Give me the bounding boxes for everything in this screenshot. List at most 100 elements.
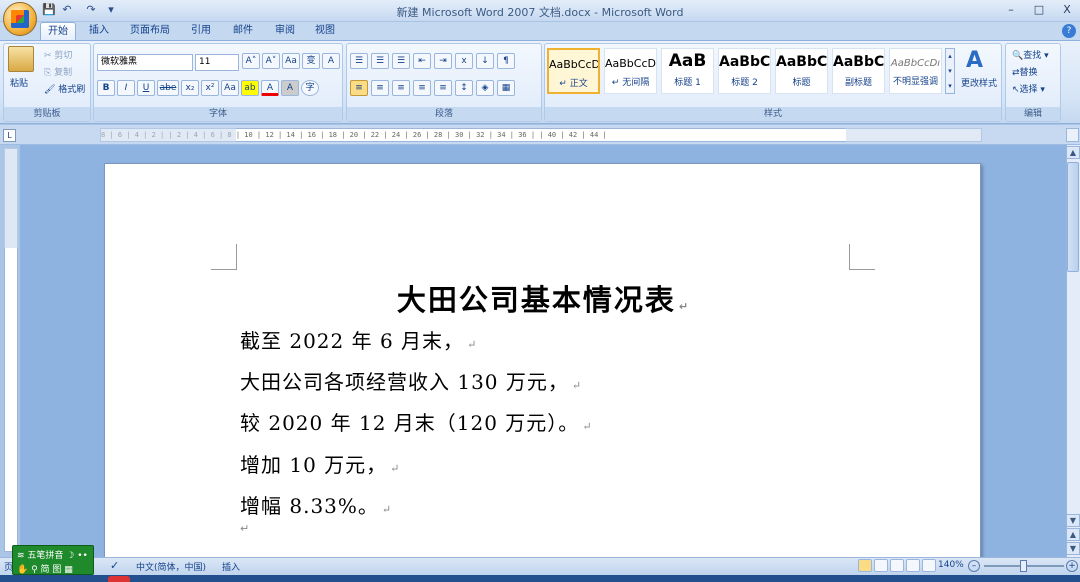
print-layout-icon[interactable] — [858, 559, 872, 572]
enclose-char-icon[interactable]: 字 — [301, 80, 319, 96]
style-preview: AaBbC — [719, 54, 770, 70]
style-heading1[interactable]: AaB 标题 1 — [661, 48, 714, 94]
style-heading2[interactable]: AaBbC 标题 2 — [718, 48, 771, 94]
editing-group-label: 编辑 — [1006, 107, 1060, 121]
paste-button[interactable]: 粘贴 — [10, 76, 28, 89]
copy-button[interactable]: ⎘ 复制 — [44, 65, 72, 78]
prev-page-button[interactable]: ▲ — [1066, 528, 1080, 541]
ime-toolbar[interactable]: ≋ 五笔拼音 ☽ •• ✋ ⚲ 简 图 ▦ — [12, 545, 94, 575]
font-name-select[interactable]: 微软雅黑 — [97, 54, 193, 71]
strikethrough-icon[interactable]: abe — [157, 80, 179, 96]
find-button[interactable]: 🔍查找 ▾ — [1012, 48, 1049, 61]
proofing-icon[interactable]: ✓ — [110, 559, 119, 572]
scroll-down-button[interactable]: ▼ — [1066, 514, 1080, 527]
sort-icon[interactable]: ↓ — [476, 53, 494, 69]
taskbar-app-icon[interactable] — [108, 576, 130, 582]
font-color-icon[interactable]: A — [261, 80, 279, 96]
paragraph-4[interactable]: 增加 10 万元， ↵ — [240, 449, 400, 478]
change-styles-icon[interactable]: A — [966, 48, 983, 73]
font-group-label: 字体 — [94, 107, 342, 121]
paragraph-5[interactable]: 增幅 8.33%。 ↵ — [240, 490, 392, 519]
paragraph-2[interactable]: 大田公司各项经营收入 130 万元， ↵ — [240, 366, 582, 395]
change-case-icon[interactable]: Aa — [221, 80, 239, 96]
styles-scroll[interactable]: ▴ ▾ ▾ — [945, 48, 955, 94]
bold-icon[interactable]: B — [97, 80, 115, 96]
justify-icon[interactable]: ≡ — [413, 80, 431, 96]
ime-mode: ✋ ⚲ 简 图 ▦ — [17, 565, 73, 575]
increase-indent-icon[interactable]: ⇥ — [434, 53, 452, 69]
view-ruler-button[interactable] — [1066, 128, 1079, 142]
char-shading-icon[interactable]: A — [281, 80, 299, 96]
grow-font-icon[interactable]: A˄ — [242, 53, 260, 69]
superscript-icon[interactable]: x² — [201, 80, 219, 96]
clear-format-icon[interactable]: Aa — [282, 53, 300, 69]
style-name: ↵ 无间隔 — [611, 78, 650, 88]
tab-insert[interactable]: 插入 — [82, 22, 116, 40]
style-preview: AaBbCcD — [605, 57, 656, 70]
minimize-button[interactable]: – — [1000, 3, 1022, 17]
language-indicator[interactable]: 中文(简体，中国) — [136, 560, 206, 573]
italic-icon[interactable]: I — [117, 80, 135, 96]
select-button[interactable]: ↖选择 ▾ — [1012, 82, 1045, 95]
document-page[interactable]: 大田公司基本情况表 ↵ 截至 2022 年 6 月末， ↵ 大田公司各项经营收入 1… — [104, 163, 981, 563]
chinese-layout-icon[interactable]: ⅹ — [455, 53, 473, 69]
align-left-icon[interactable]: ≡ — [350, 80, 368, 96]
outline-icon[interactable] — [906, 559, 920, 572]
font-size-select[interactable]: 11 — [195, 54, 239, 71]
tab-references[interactable]: 引用 — [184, 22, 218, 40]
style-normal[interactable]: AaBbCcD ↵ 正文 — [547, 48, 600, 94]
shading-icon[interactable]: ◈ — [476, 80, 494, 96]
decrease-indent-icon[interactable]: ⇤ — [413, 53, 431, 69]
align-right-icon[interactable]: ≡ — [392, 80, 410, 96]
ruler-left-margin — [100, 128, 236, 142]
highlight-icon[interactable]: ab — [241, 80, 259, 96]
tab-home[interactable]: 开始 — [40, 22, 76, 40]
paragraph-3[interactable]: 较 2020 年 12 月末（120 万元）。 ↵ — [240, 407, 593, 436]
style-no-spacing[interactable]: AaBbCcD ↵ 无间隔 — [604, 48, 657, 94]
char-border-icon[interactable]: A — [322, 53, 340, 69]
vertical-ruler-margin — [4, 148, 18, 248]
web-layout-icon[interactable] — [890, 559, 904, 572]
align-center-icon[interactable]: ≡ — [371, 80, 389, 96]
office-button[interactable] — [3, 2, 37, 36]
help-icon[interactable]: ? — [1062, 24, 1076, 38]
distributed-icon[interactable]: ≡ — [434, 80, 452, 96]
restore-button[interactable]: □ — [1028, 3, 1050, 17]
borders-icon[interactable]: ▦ — [497, 80, 515, 96]
scroll-thumb[interactable] — [1067, 162, 1079, 272]
phonetic-guide-icon[interactable]: 变 — [302, 53, 320, 69]
close-button[interactable]: X — [1056, 3, 1078, 17]
tab-selector[interactable]: L — [3, 129, 16, 142]
insert-mode-indicator[interactable]: 插入 — [222, 560, 240, 573]
shrink-font-icon[interactable]: A˅ — [262, 53, 280, 69]
numbering-icon[interactable]: ☰ — [371, 53, 389, 69]
line-spacing-icon[interactable]: ↕ — [455, 80, 473, 96]
style-subtitle[interactable]: AaBbC 副标题 — [832, 48, 885, 94]
next-page-button[interactable]: ▼ — [1066, 542, 1080, 555]
subscript-icon[interactable]: x₂ — [181, 80, 199, 96]
zoom-slider-thumb[interactable] — [1020, 560, 1027, 572]
zoom-level[interactable]: 140% — [938, 560, 964, 570]
change-styles-button[interactable]: 更改样式 — [961, 76, 997, 89]
tab-view[interactable]: 视图 — [308, 22, 342, 40]
style-subtle-emphasis[interactable]: AaBbCcDı 不明显强调 — [889, 48, 942, 94]
replace-button[interactable]: ⇄替换 — [1012, 65, 1038, 78]
style-title[interactable]: AaBbC 标题 — [775, 48, 828, 94]
show-marks-icon[interactable]: ¶ — [497, 53, 515, 69]
scroll-up-button[interactable]: ▲ — [1066, 146, 1080, 159]
document-title[interactable]: 大田公司基本情况表 ↵ — [105, 277, 982, 319]
zoom-out-button[interactable]: – — [968, 560, 980, 572]
paragraph-1[interactable]: 截至 2022 年 6 月末， ↵ — [240, 325, 477, 354]
format-painter-button[interactable]: 🖌 格式刷 — [44, 82, 85, 95]
tab-page-layout[interactable]: 页面布局 — [124, 22, 176, 40]
cut-button[interactable]: ✂ 剪切 — [44, 48, 72, 61]
tab-review[interactable]: 审阅 — [268, 22, 302, 40]
underline-icon[interactable]: U — [137, 80, 155, 96]
tab-mailings[interactable]: 邮件 — [226, 22, 260, 40]
zoom-in-button[interactable]: + — [1066, 560, 1078, 572]
paste-icon[interactable] — [8, 46, 34, 72]
draft-icon[interactable] — [922, 559, 936, 572]
full-screen-icon[interactable] — [874, 559, 888, 572]
bullets-icon[interactable]: ☰ — [350, 53, 368, 69]
multilevel-list-icon[interactable]: ☰ — [392, 53, 410, 69]
